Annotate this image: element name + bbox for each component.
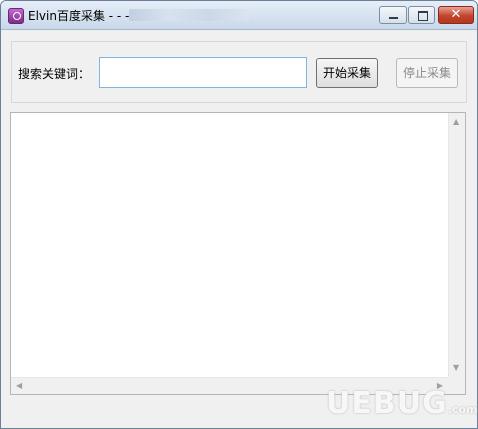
scroll-up-icon[interactable]: ▲	[453, 118, 459, 126]
title-bar[interactable]: Elvin百度采集 - - - ✕	[1, 1, 477, 30]
watermark-suffix: .com	[447, 403, 478, 416]
stop-collect-button[interactable]: 停止采集	[396, 58, 458, 88]
close-button[interactable]: ✕	[438, 6, 474, 24]
app-icon	[8, 8, 24, 24]
window-title: Elvin百度采集 - - -	[28, 9, 130, 23]
watermark-logo: UEBUG.com	[326, 386, 477, 421]
watermark-text: UEBUG	[326, 386, 448, 421]
close-icon: ✕	[450, 7, 462, 22]
keyword-input[interactable]	[99, 57, 307, 88]
maximize-button[interactable]	[408, 6, 435, 24]
keyword-label: 搜索关键词：	[18, 67, 91, 81]
scroll-left-icon[interactable]: ◀	[16, 382, 22, 390]
vertical-scrollbar[interactable]: ▲ ▼	[448, 113, 465, 377]
output-textarea[interactable]: ▲ ▼ ◀ ▶	[10, 112, 466, 395]
minimize-icon	[389, 17, 398, 19]
minimize-button[interactable]	[379, 6, 407, 24]
maximize-icon	[418, 11, 428, 21]
title-redacted-area	[129, 9, 249, 21]
start-collect-button[interactable]: 开始采集	[316, 58, 378, 88]
scroll-down-icon[interactable]: ▼	[453, 364, 459, 372]
